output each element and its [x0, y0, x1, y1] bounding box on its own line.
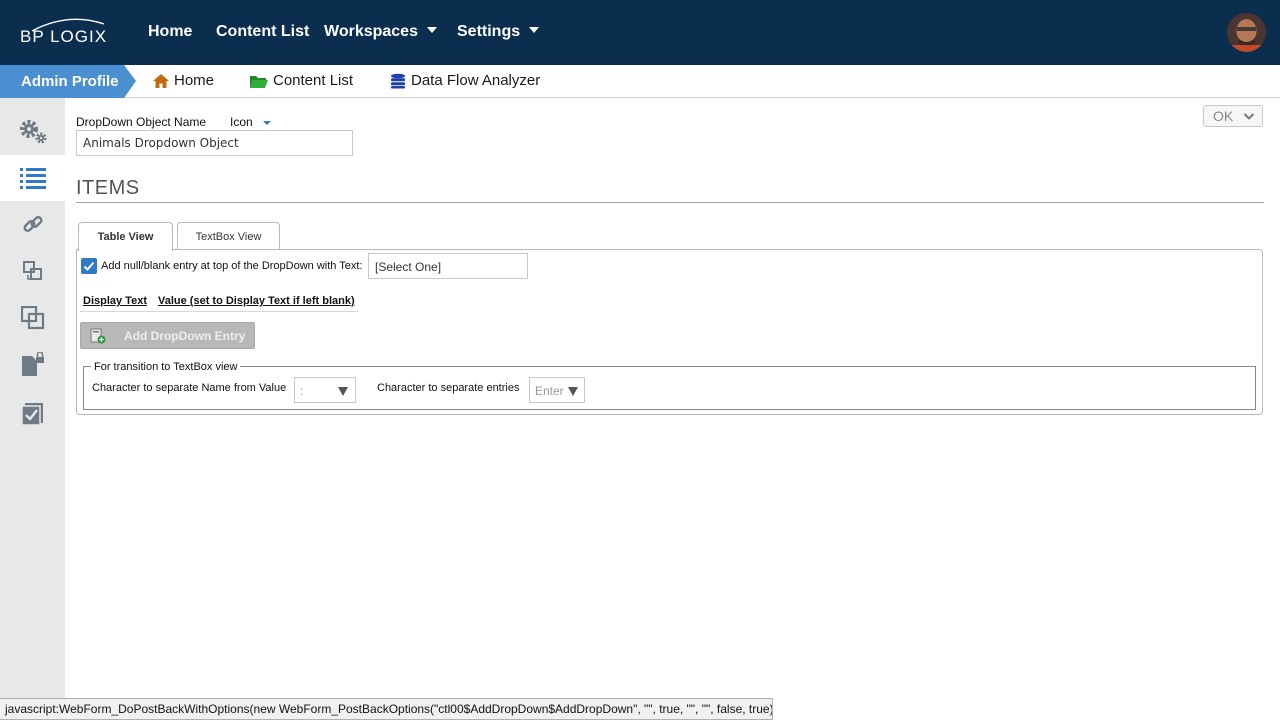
sidebar-item-security[interactable]: [0, 342, 65, 388]
subnav-data-flow-analyzer[interactable]: Data Flow Analyzer: [389, 72, 540, 89]
topnav-workspaces-label: Workspaces: [324, 23, 418, 40]
topnav-content-list[interactable]: Content List: [216, 23, 309, 41]
section-title: ITEMS: [76, 177, 140, 199]
checkmark-icon: [83, 261, 95, 271]
secondary-navigation-bar: Admin Profile Home Content List Data Flo…: [0, 65, 1280, 98]
name-value-separator-value: :: [300, 384, 304, 398]
chevron-down-icon: [529, 26, 540, 33]
topnav-home[interactable]: Home: [148, 23, 192, 41]
object-name-label: DropDown Object Name: [76, 115, 207, 129]
add-entry-icon: [90, 328, 106, 344]
sidebar-item-copy[interactable]: [0, 295, 65, 341]
admin-profile-label: Admin Profile: [21, 73, 119, 90]
left-sidebar: [0, 98, 65, 720]
gears-icon: [19, 120, 46, 144]
topnav-settings-label: Settings: [457, 23, 521, 40]
entries-separator-label: Character to separate entries: [377, 382, 520, 394]
subnav-home[interactable]: Home: [152, 72, 214, 89]
database-icon: [391, 73, 405, 88]
avatar-face-icon: [1227, 13, 1266, 52]
chevron-down-icon: [568, 387, 578, 396]
column-header-display-text[interactable]: Display Text: [83, 295, 147, 307]
admin-profile-tab[interactable]: Admin Profile: [0, 65, 136, 98]
object-name-input[interactable]: Animals Dropdown Object: [76, 130, 353, 156]
link-icon: [23, 216, 42, 232]
subnav-data-flow-analyzer-label: Data Flow Analyzer: [411, 72, 541, 89]
topnav-workspaces[interactable]: Workspaces: [324, 23, 437, 41]
entries-separator-value: Enter: [535, 384, 564, 398]
top-navigation-bar: BP LOGIX Home Content List Workspaces Se…: [0, 0, 1280, 65]
bp-logix-logo[interactable]: BP LOGIX: [18, 18, 108, 48]
null-entry-text-input[interactable]: [Select One]: [368, 253, 528, 279]
subnav-content-list[interactable]: Content List: [249, 72, 353, 89]
topnav-home-label: Home: [148, 23, 193, 40]
topnav-content-list-label: Content List: [216, 23, 310, 40]
sidebar-item-tasks[interactable]: [0, 391, 65, 437]
list-icon: [19, 168, 46, 189]
tab-textbox-view[interactable]: TextBox View: [177, 222, 280, 250]
folder-icon: [250, 75, 268, 88]
ok-button[interactable]: OK: [1203, 105, 1263, 127]
chevron-down-icon: [338, 387, 348, 396]
null-entry-label: Add null/blank entry at top of the DropD…: [101, 260, 363, 272]
add-dropdown-entry-label: Add DropDown Entry: [124, 329, 246, 343]
icon-label: Icon: [230, 115, 253, 129]
section-divider: [76, 202, 1264, 203]
chevron-down-icon: [1243, 113, 1255, 120]
column-header-value[interactable]: Value (set to Display Text if left blank…: [158, 295, 355, 307]
sidebar-item-items[interactable]: [0, 155, 65, 201]
transition-legend: For transition to TextBox view: [91, 361, 241, 373]
chevron-down-icon: [426, 26, 437, 33]
copy-icon: [20, 306, 44, 330]
name-value-separator-select[interactable]: :: [294, 377, 356, 403]
subnav-content-list-label: Content List: [273, 72, 354, 89]
ok-button-label: OK: [1213, 108, 1234, 124]
move-icon: [22, 261, 42, 280]
checklist-icon: [20, 403, 43, 426]
logo-text: BP LOGIX: [20, 27, 108, 46]
sidebar-item-links[interactable]: [0, 202, 65, 248]
browser-status-bar: javascript:WebForm_DoPostBackWithOptions…: [0, 698, 773, 720]
subnav-home-label: Home: [174, 72, 215, 89]
null-entry-checkbox[interactable]: [81, 258, 97, 274]
tab-table-view[interactable]: Table View: [78, 222, 173, 251]
name-value-separator-label: Character to separate Name from Value: [92, 382, 287, 394]
sidebar-item-settings[interactable]: [0, 108, 65, 154]
sidebar-item-move[interactable]: [0, 248, 65, 294]
lock-file-icon: [21, 352, 44, 376]
icon-dropdown-chevron-icon[interactable]: [263, 121, 271, 125]
column-header-divider: [80, 311, 358, 312]
entries-separator-select[interactable]: Enter: [529, 377, 585, 403]
add-dropdown-entry-button[interactable]: Add DropDown Entry: [80, 322, 255, 349]
house-icon: [153, 73, 169, 88]
user-avatar[interactable]: [1227, 13, 1266, 52]
topnav-settings[interactable]: Settings: [457, 23, 540, 41]
